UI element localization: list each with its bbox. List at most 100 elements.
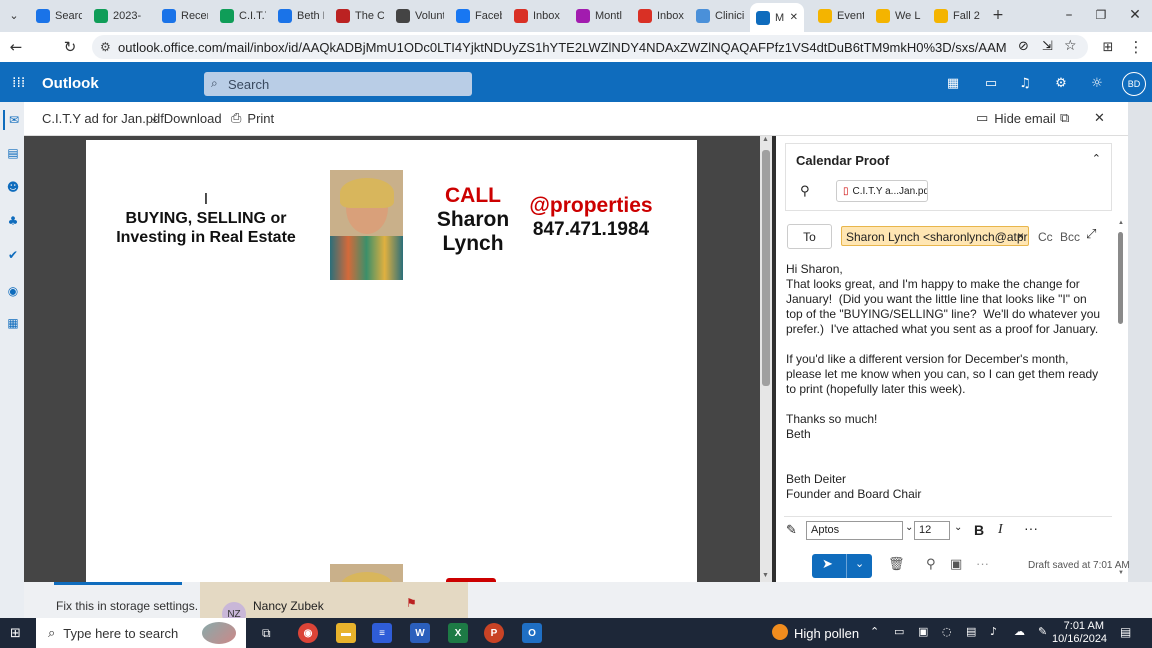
new-tab-button[interactable]: +	[984, 4, 1012, 26]
app-icon[interactable]: ≡	[372, 623, 392, 643]
minimize-window-button[interactable]: –	[1052, 4, 1086, 26]
cc-button[interactable]: Cc	[1038, 230, 1053, 244]
word-icon[interactable]: W	[410, 623, 430, 643]
bcc-button[interactable]: Bcc	[1060, 230, 1080, 244]
attachment-chip[interactable]: ▯ C.I.T.Y a...Jan.pdf	[836, 180, 928, 202]
install-app-icon[interactable]: ⇲	[1042, 39, 1053, 54]
teams-icon[interactable]: ▦	[942, 72, 964, 94]
pen-icon[interactable]: ✎	[1038, 625, 1047, 638]
browser-menu-icon[interactable]: ⋮	[1124, 36, 1148, 58]
battery-icon[interactable]: ▭	[894, 625, 904, 638]
browser-tab[interactable]: Inbox	[632, 4, 684, 28]
notifications-bell-icon[interactable]: ♫	[1014, 72, 1036, 94]
font-chevron-down-icon[interactable]: ⌄	[905, 522, 913, 533]
expand-compose-icon[interactable]: ⤢	[1086, 227, 1096, 242]
browser-tab[interactable]: Faceb	[450, 4, 502, 28]
powerpoint-icon[interactable]: P	[484, 623, 504, 643]
mail-icon[interactable]: ✉	[3, 110, 23, 130]
send-options-chevron-icon[interactable]: ⌄	[855, 557, 864, 570]
recipient-chip[interactable]: Sharon Lynch <sharonlynch@atpr... ×	[841, 226, 1029, 246]
scroll-up-icon[interactable]: ▲	[762, 136, 769, 143]
discard-trash-icon[interactable]: 🗑	[888, 557, 905, 572]
chat-icon[interactable]: ◌	[942, 625, 952, 638]
browser-tab[interactable]: Clinici	[690, 4, 746, 28]
remove-recipient-icon[interactable]: ×	[1017, 229, 1024, 243]
profile-icon[interactable]: ⊞	[1096, 36, 1120, 58]
browser-tab[interactable]: Volunt	[390, 4, 444, 28]
insert-picture-icon[interactable]: ▣	[950, 557, 962, 572]
pdf-scrollbar-thumb[interactable]	[762, 150, 770, 386]
close-preview-icon[interactable]: ✕	[1094, 111, 1105, 126]
format-painter-icon[interactable]: ✎	[786, 523, 797, 538]
windows-start-icon[interactable]: ⊞	[10, 626, 21, 641]
restore-window-button[interactable]: ❐	[1084, 4, 1118, 26]
attach-file-icon[interactable]: ⚲	[926, 557, 936, 572]
browser-tab[interactable]: C.I.T.Y	[214, 4, 266, 28]
meet-now-icon[interactable]: ▣	[918, 625, 928, 638]
bold-icon[interactable]: B	[974, 522, 984, 538]
size-chevron-down-icon[interactable]: ⌄	[954, 522, 962, 533]
blocked-icon[interactable]: ⊘	[1018, 39, 1029, 54]
bookmark-star-icon[interactable]: ☆	[1064, 38, 1077, 54]
browser-tab[interactable]: Beth D	[272, 4, 324, 28]
calendar-icon[interactable]: ▤	[6, 146, 20, 160]
browser-tab[interactable]: Inbox	[508, 4, 564, 28]
download-button[interactable]: ⤓ Download	[152, 111, 222, 126]
pop-out-icon[interactable]: ⧉	[1060, 111, 1069, 126]
tab-search-chevron-icon[interactable]: ⌄	[0, 4, 28, 26]
compose-scrollbar-thumb[interactable]	[1118, 232, 1123, 324]
close-window-button[interactable]: ✕	[1118, 4, 1152, 26]
excel-icon[interactable]: X	[448, 623, 468, 643]
pollen-weather-icon[interactable]	[772, 624, 788, 640]
pdf-scrollbar[interactable]: ▲ ▼	[760, 136, 772, 582]
search-input[interactable]: ⌕ Search	[204, 72, 472, 96]
browser-tab[interactable]: Searc	[30, 4, 82, 28]
browser-tab[interactable]: 2023-	[88, 4, 150, 28]
more-actions-icon[interactable]: ···	[976, 556, 989, 571]
system-tray-chevron-icon[interactable]: ⌃	[870, 625, 879, 638]
my-day-icon[interactable]: ▭	[980, 72, 1002, 94]
scroll-down-icon[interactable]: ▼	[762, 572, 769, 579]
close-tab-icon[interactable]: ✕	[790, 12, 798, 23]
pdf-viewer[interactable]: I BUYING, SELLING or Investing in Real E…	[24, 136, 760, 582]
hide-email-button[interactable]: ▭ Hide email	[976, 111, 1056, 126]
tips-lightbulb-icon[interactable]: ☼	[1086, 72, 1108, 94]
flag-icon[interactable]: ⚑	[406, 596, 417, 610]
reload-button[interactable]: ↻	[58, 36, 82, 58]
browser-tab[interactable]: We L	[870, 4, 922, 28]
compose-scrollbar[interactable]: ▲ ▼	[1116, 220, 1126, 576]
email-subject[interactable]: Calendar Proof	[796, 153, 889, 168]
browser-tab[interactable]: Fall 2	[928, 4, 980, 28]
chrome-icon[interactable]: ◉	[298, 623, 318, 643]
compose-scroll-down-icon[interactable]: ▼	[1118, 570, 1124, 576]
font-family-select[interactable]: Aptos	[806, 521, 903, 540]
groups-icon[interactable]: ♣	[6, 214, 20, 228]
settings-gear-icon[interactable]: ⚙	[1050, 72, 1072, 94]
viva-icon[interactable]: ◉	[6, 284, 20, 298]
browser-tab[interactable]: Recen	[156, 4, 208, 28]
message-body[interactable]: Hi Sharon, That looks great, and I'm happ…	[786, 262, 1104, 506]
more-apps-icon[interactable]: ▦	[6, 316, 20, 330]
storage-notice[interactable]: Fix this in storage settings.	[56, 599, 198, 613]
network-icon[interactable]: ▤	[966, 625, 976, 638]
address-bar[interactable]: ⚙ outlook.office.com/mail/inbox/id/AAQkA…	[92, 35, 1088, 59]
font-size-select[interactable]: 12	[914, 521, 950, 540]
people-icon[interactable]: ☻	[6, 180, 20, 194]
notifications-icon[interactable]: ▤	[1120, 625, 1131, 639]
browser-tab[interactable]: Event	[812, 4, 864, 28]
send-button[interactable]: ➤ ⌄	[812, 554, 872, 578]
browser-tab[interactable]: Montl	[570, 4, 626, 28]
collapse-chevron-icon[interactable]: ⌃	[1092, 152, 1101, 165]
todo-check-icon[interactable]: ✔	[6, 248, 20, 262]
back-button[interactable]: ←	[4, 36, 28, 58]
volume-icon[interactable]: ♪	[990, 625, 997, 638]
weather-status[interactable]: High pollen	[794, 626, 859, 641]
taskbar-search-input[interactable]: ⌕ Type here to search	[36, 618, 246, 648]
to-button[interactable]: To	[787, 224, 832, 249]
file-explorer-icon[interactable]: ▬	[336, 623, 356, 643]
print-button[interactable]: ⎙ Print	[231, 111, 274, 126]
onedrive-cloud-icon[interactable]: ☁	[1014, 625, 1025, 638]
task-view-icon[interactable]: ⧉	[262, 626, 271, 641]
mail-list-item[interactable]: NZ Nancy Zubek ⚑	[200, 582, 468, 626]
site-info-icon[interactable]: ⚙	[100, 40, 111, 54]
